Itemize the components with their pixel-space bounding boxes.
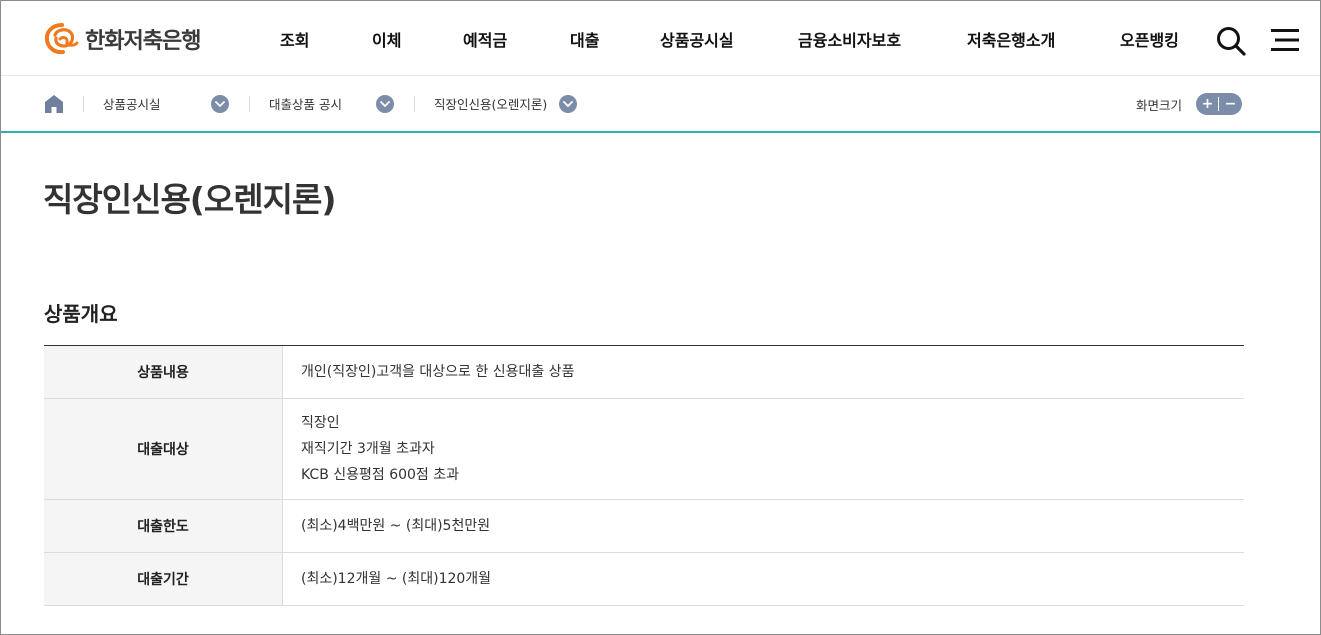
search-button[interactable] xyxy=(1215,25,1247,57)
zoom-divider xyxy=(1218,97,1220,111)
nav-item-bank-intro[interactable]: 저축은행소개 xyxy=(967,27,1055,51)
brand-name: 한화저축은행 xyxy=(85,29,201,54)
breadcrumb-divider xyxy=(249,96,250,112)
breadcrumb-item-current[interactable]: 직장인신용(오렌지론) xyxy=(434,76,579,131)
value-line: 재직기간 3개월 초과자 xyxy=(301,441,435,457)
row-header: 상품내용 xyxy=(44,346,283,398)
nav-item-transfer[interactable]: 이체 xyxy=(372,27,401,51)
row-value: (최소)12개월 ~ (최대)120개월 xyxy=(283,553,1244,605)
search-icon xyxy=(1217,27,1246,56)
zoom-pill: + − xyxy=(1196,93,1243,115)
home-icon xyxy=(45,95,63,113)
nav-item-inquiry[interactable]: 조회 xyxy=(280,27,309,51)
zoom-label: 화면크기 xyxy=(1136,97,1183,113)
table-row: 대출한도 (최소)4백만원 ~ (최대)5천만원 xyxy=(44,500,1244,553)
value-line: 직장인 xyxy=(301,415,340,431)
section-title-overview: 상품개요 xyxy=(44,302,118,326)
table-row: 대출대상 직장인 재직기간 3개월 초과자 KCB 신용평점 600점 초과 xyxy=(44,399,1244,500)
font-size-control: 화면크기 + − xyxy=(1136,92,1243,116)
breadcrumb-label: 대출상품 공시 xyxy=(269,97,342,112)
nav-item-deposit[interactable]: 예적금 xyxy=(463,27,507,51)
table-row: 대출기간 (최소)12개월 ~ (최대)120개월 xyxy=(44,553,1244,606)
table-row: 상품내용 개인(직장인)고객을 대상으로 한 신용대출 상품 xyxy=(44,346,1244,399)
nav-item-open-banking[interactable]: 오픈뱅킹 xyxy=(1120,27,1179,51)
chevron-down-icon[interactable] xyxy=(211,95,229,113)
breadcrumb-label: 상품공시실 xyxy=(103,97,161,112)
value-line: (최소)4백만원 ~ (최대)5천만원 xyxy=(301,518,491,534)
zoom-in-button[interactable]: + xyxy=(1197,93,1219,115)
breadcrumb-label: 직장인신용(오렌지론) xyxy=(434,97,548,112)
nav-item-product-disclosure[interactable]: 상품공시실 xyxy=(660,27,734,51)
nav-item-loan[interactable]: 대출 xyxy=(570,27,599,51)
site-header: 한화저축은행 조회 이체 예적금 대출 상품공시실 금융소비자보호 저축은행소개… xyxy=(1,1,1320,76)
browser-frame: 한화저축은행 조회 이체 예적금 대출 상품공시실 금융소비자보호 저축은행소개… xyxy=(0,0,1321,635)
breadcrumb-divider xyxy=(83,96,84,112)
chevron-down-icon[interactable] xyxy=(559,95,577,113)
page-title: 직장인신용(오렌지론) xyxy=(43,180,336,219)
value-line: (최소)12개월 ~ (최대)120개월 xyxy=(301,571,492,587)
row-header: 대출한도 xyxy=(44,500,283,552)
hanwha-logo-icon xyxy=(44,23,79,55)
brand-logo[interactable]: 한화저축은행 xyxy=(43,21,201,57)
row-header: 대출기간 xyxy=(44,553,283,605)
breadcrumb-item-loan-disclosure[interactable]: 대출상품 공시 xyxy=(269,76,394,131)
row-header: 대출대상 xyxy=(44,399,283,499)
row-value: 직장인 재직기간 3개월 초과자 KCB 신용평점 600점 초과 xyxy=(283,399,1244,499)
home-button[interactable] xyxy=(43,93,65,115)
value-line: 개인(직장인)고객을 대상으로 한 신용대출 상품 xyxy=(301,364,575,380)
value-line: KCB 신용평점 600점 초과 xyxy=(301,467,460,483)
breadcrumb-item-product-disclosure[interactable]: 상품공시실 xyxy=(103,76,229,131)
hamburger-menu-icon xyxy=(1271,29,1299,51)
breadcrumb-divider xyxy=(414,96,415,112)
breadcrumb-bar: 상품공시실 대출상품 공시 직장인신용(오렌지론) 화면크기 + − xyxy=(1,76,1320,133)
row-value: 개인(직장인)고객을 대상으로 한 신용대출 상품 xyxy=(283,346,1244,398)
chevron-down-icon[interactable] xyxy=(376,95,394,113)
row-value: (최소)4백만원 ~ (최대)5천만원 xyxy=(283,500,1244,552)
product-overview-table: 상품내용 개인(직장인)고객을 대상으로 한 신용대출 상품 대출대상 직장인 … xyxy=(44,345,1244,606)
zoom-out-button[interactable]: − xyxy=(1220,93,1242,115)
all-menu-button[interactable] xyxy=(1271,27,1301,53)
nav-item-consumer-protection[interactable]: 금융소비자보호 xyxy=(798,27,901,51)
